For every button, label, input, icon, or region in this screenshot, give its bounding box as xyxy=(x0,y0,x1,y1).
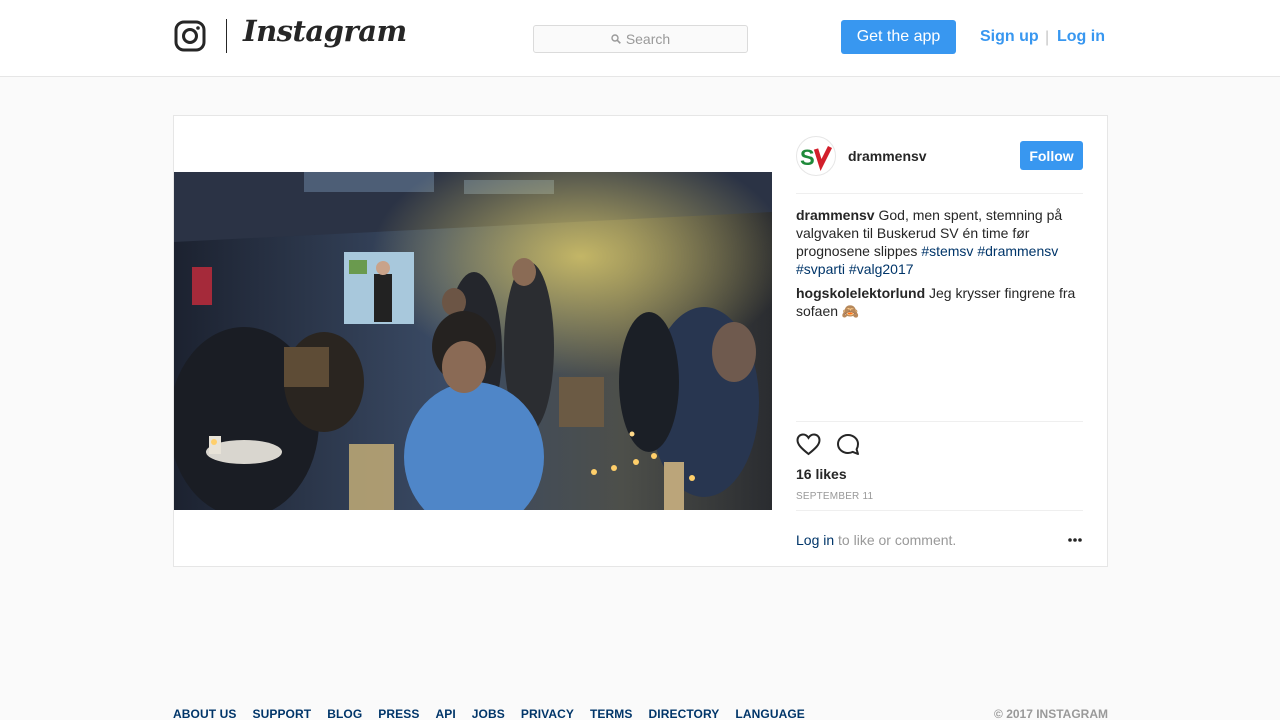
footer-links: ABOUT US SUPPORT BLOG PRESS API JOBS PRI… xyxy=(173,707,805,720)
instagram-glyph-icon[interactable] xyxy=(174,20,206,52)
footer-link-support[interactable]: SUPPORT xyxy=(252,707,311,720)
comments-list: drammensv God, men spent, stemning på va… xyxy=(796,206,1083,326)
divider xyxy=(796,193,1083,194)
hashtag-link[interactable]: #valg2017 xyxy=(849,261,914,277)
top-header: Instagram Search Get the app Sign up | L… xyxy=(0,0,1280,77)
footer-link-language[interactable]: LANGUAGE xyxy=(735,707,804,720)
login-link[interactable]: Log in xyxy=(1057,28,1105,46)
follow-button[interactable]: Follow xyxy=(1020,141,1083,170)
footer-link-about-us[interactable]: ABOUT US xyxy=(173,707,236,720)
post-photo-image xyxy=(174,172,772,510)
hashtag-link[interactable]: #stemsv xyxy=(921,243,973,259)
login-prompt: Log in to like or comment. xyxy=(796,532,956,548)
copyright: © 2017 INSTAGRAM xyxy=(994,707,1108,720)
comment-username[interactable]: hogskolelektorlund xyxy=(796,285,925,301)
likes-count[interactable]: 16 likes xyxy=(796,466,847,482)
caption: drammensv God, men spent, stemning på va… xyxy=(796,206,1083,278)
footer: ABOUT US SUPPORT BLOG PRESS API JOBS PRI… xyxy=(173,707,1108,720)
instagram-wordmark[interactable]: Instagram xyxy=(243,14,407,48)
footer-link-privacy[interactable]: PRIVACY xyxy=(521,707,574,720)
comment-icon[interactable] xyxy=(836,433,860,457)
signup-link[interactable]: Sign up xyxy=(980,28,1039,46)
get-app-button[interactable]: Get the app xyxy=(841,20,956,54)
footer-link-directory[interactable]: DIRECTORY xyxy=(649,707,720,720)
login-prompt-text: to like or comment. xyxy=(838,532,957,548)
comment-item: hogskolelektorlund Jeg krysser fingrene … xyxy=(796,284,1083,320)
search-icon xyxy=(611,34,621,44)
post-date[interactable]: SEPTEMBER 11 xyxy=(796,491,873,502)
avatar[interactable]: S xyxy=(796,136,836,176)
caption-username[interactable]: drammensv xyxy=(796,207,875,223)
divider xyxy=(796,510,1083,511)
footer-link-jobs[interactable]: JOBS xyxy=(472,707,505,720)
link-separator: | xyxy=(1045,29,1050,46)
search-input[interactable]: Search xyxy=(533,25,748,53)
hashtag-link[interactable]: #drammensv xyxy=(977,243,1058,259)
author-username[interactable]: drammensv xyxy=(848,148,927,164)
hashtag-link[interactable]: #svparti xyxy=(796,261,845,277)
svg-text:S: S xyxy=(800,145,815,170)
sv-logo-icon: S xyxy=(800,145,833,171)
divider xyxy=(796,421,1083,422)
post-photo[interactable] xyxy=(174,172,772,510)
search-placeholder: Search xyxy=(625,31,671,47)
footer-link-terms[interactable]: TERMS xyxy=(590,707,633,720)
footer-link-press[interactable]: PRESS xyxy=(378,707,419,720)
logo-divider xyxy=(226,19,227,53)
post-card: S drammensv Follow drammensv God, men sp… xyxy=(173,115,1108,567)
heart-icon[interactable] xyxy=(796,433,821,456)
login-to-comment-link[interactable]: Log in xyxy=(796,532,834,548)
more-options-icon[interactable] xyxy=(1067,537,1083,543)
post-sidebar: S drammensv Follow drammensv God, men sp… xyxy=(772,116,1107,566)
footer-link-api[interactable]: API xyxy=(435,707,455,720)
footer-link-blog[interactable]: BLOG xyxy=(327,707,362,720)
